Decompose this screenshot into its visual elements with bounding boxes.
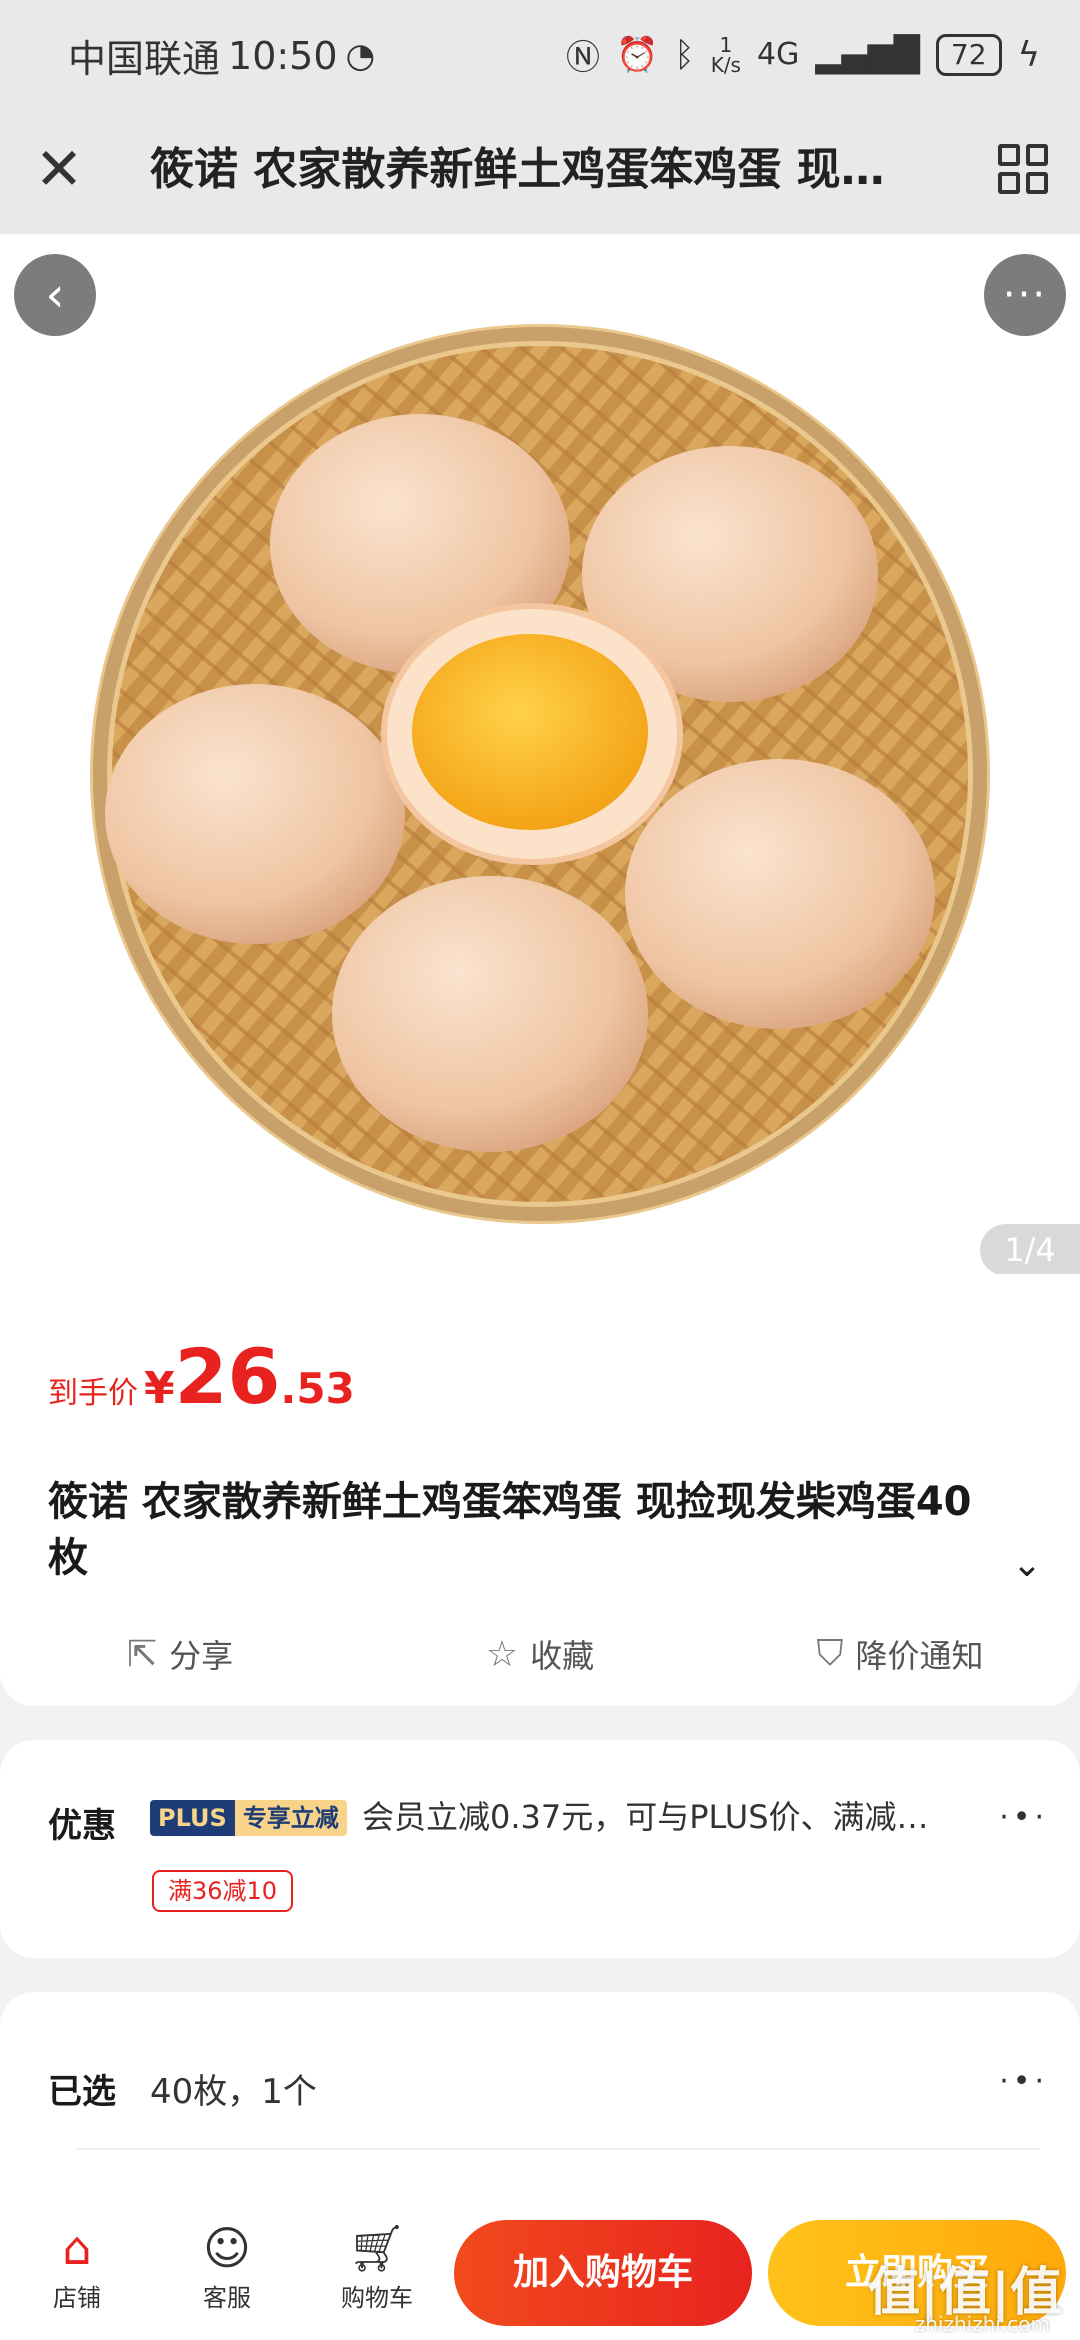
- cart-icon: 🛒︎: [347, 2221, 407, 2275]
- speed-gauge-icon: ◔: [345, 35, 376, 76]
- alarm-icon: ⏰: [615, 34, 659, 75]
- nfc-icon: Ⓝ: [565, 38, 600, 78]
- back-button[interactable]: ‹: [14, 254, 96, 336]
- share-label: 分享: [169, 1637, 234, 1675]
- status-right: Ⓝ ⏰ ᛒ 1 K/s 4G ▂▄▆█ 72 ϟ: [566, 30, 1040, 79]
- divider: [76, 2148, 1040, 2150]
- store-button[interactable]: ⌂ 店铺: [22, 2218, 132, 2313]
- more-options-button[interactable]: ···: [984, 254, 1066, 336]
- egg: [105, 684, 405, 944]
- egg: [332, 876, 648, 1152]
- store-icon: ⌂: [62, 2221, 92, 2275]
- charging-icon: ϟ: [1017, 34, 1040, 75]
- grid-cell: [998, 144, 1020, 166]
- grid-cell: [998, 172, 1020, 194]
- grid-cell: [1026, 172, 1048, 194]
- plus-badge-text: 专享立减: [234, 1800, 347, 1836]
- price-alert-button[interactable]: ⛉ 降价通知: [720, 1624, 1080, 1684]
- product-image-carousel[interactable]: ‹ ··· 1/4: [0, 234, 1080, 1274]
- more-dots-icon[interactable]: ·•·: [999, 1800, 1048, 1835]
- egg: [625, 759, 935, 1029]
- price-currency: ¥: [144, 1363, 175, 1414]
- cart-label: 购物车: [341, 2284, 413, 2312]
- egg-basket-image: [90, 324, 990, 1224]
- favorite-button[interactable]: ☆ 收藏: [360, 1624, 720, 1684]
- star-icon: ☆: [485, 1633, 519, 1675]
- product-title: 筱诺 农家散养新鲜土鸡蛋笨鸡蛋 现捡现发柴鸡蛋40枚: [48, 1479, 972, 1581]
- network-type: 4G: [756, 37, 800, 72]
- chat-icon: ☺: [203, 2221, 251, 2275]
- share-icon: ⇱: [126, 1633, 158, 1675]
- action-row: ⇱ 分享 ☆ 收藏 ⛉ 降价通知: [0, 1624, 1080, 1684]
- more-dots-icon[interactable]: ·•·: [999, 2064, 1048, 2099]
- net-speed: 1 K/s: [711, 35, 741, 75]
- price-alert-label: 降价通知: [855, 1637, 984, 1675]
- promotion-label: 优惠: [48, 1806, 116, 1846]
- grid-menu-icon[interactable]: [998, 144, 1048, 194]
- close-icon[interactable]: ✕: [24, 134, 94, 204]
- price-title-card: 到手价 ¥ 26 .53 筱诺 农家散养新鲜土鸡蛋笨鸡蛋 现捡现发柴鸡蛋40枚 …: [0, 1274, 1080, 1706]
- bluetooth-icon: ᛒ: [674, 34, 695, 75]
- add-to-cart-button[interactable]: 加入购物车: [454, 2220, 752, 2326]
- status-bar: 中国联通 10:50 ◔ Ⓝ ⏰ ᛒ 1 K/s 4G ▂▄▆█ 72 ϟ: [0, 0, 1080, 108]
- plus-badge: PLUS 专享立减: [150, 1800, 347, 1836]
- coupon-tag[interactable]: 满36减10: [152, 1870, 294, 1912]
- chevron-down-icon[interactable]: ⌄: [1012, 1544, 1042, 1585]
- store-label: 店铺: [53, 2284, 101, 2312]
- image-page-indicator: 1/4: [980, 1224, 1080, 1274]
- selected-value: 40枚，1个: [150, 2072, 317, 2112]
- status-left: 中国联通 10:50 ◔: [68, 28, 375, 83]
- signal-icon: ▂▄▆█: [815, 34, 920, 75]
- price-alert-icon: ⛉: [816, 1633, 844, 1674]
- price-decimal: .53: [280, 1364, 355, 1413]
- net-speed-unit: K/s: [710, 52, 741, 77]
- top-nav-bar: ✕ 筱诺 农家散养新鲜土鸡蛋笨鸡蛋 现…: [0, 108, 1080, 234]
- price: 到手价 ¥ 26 .53: [48, 1332, 355, 1421]
- selected-label: 已选: [48, 2072, 116, 2112]
- watermark-url: zhizhizhi.com: [914, 2312, 1050, 2336]
- clock: 10:50: [228, 33, 338, 78]
- grid-cell: [1026, 144, 1048, 166]
- service-label: 客服: [203, 2284, 251, 2312]
- page-title: 筱诺 农家散养新鲜土鸡蛋笨鸡蛋 现…: [150, 144, 885, 195]
- selection-card[interactable]: 已选 40枚，1个 ·•·: [0, 1992, 1080, 2202]
- plus-badge-brand: PLUS: [150, 1800, 235, 1836]
- share-button[interactable]: ⇱ 分享: [0, 1624, 360, 1684]
- promotion-text: 会员立减0.37元，可与PLUS价、满减…: [362, 1798, 929, 1836]
- price-integer: 26: [174, 1332, 281, 1421]
- promotion-card[interactable]: 优惠 PLUS 专享立减 会员立减0.37元，可与PLUS价、满减… ·•· 满…: [0, 1740, 1080, 1958]
- battery-level: 72: [935, 33, 1002, 76]
- egg-yolk: [412, 634, 648, 830]
- carrier-name: 中国联通: [68, 37, 221, 81]
- price-label: 到手价: [48, 1376, 138, 1411]
- customer-service-button[interactable]: ☺ 客服: [172, 2218, 282, 2313]
- favorite-label: 收藏: [530, 1637, 595, 1675]
- cart-button[interactable]: 🛒︎ 购物车: [322, 2218, 432, 2313]
